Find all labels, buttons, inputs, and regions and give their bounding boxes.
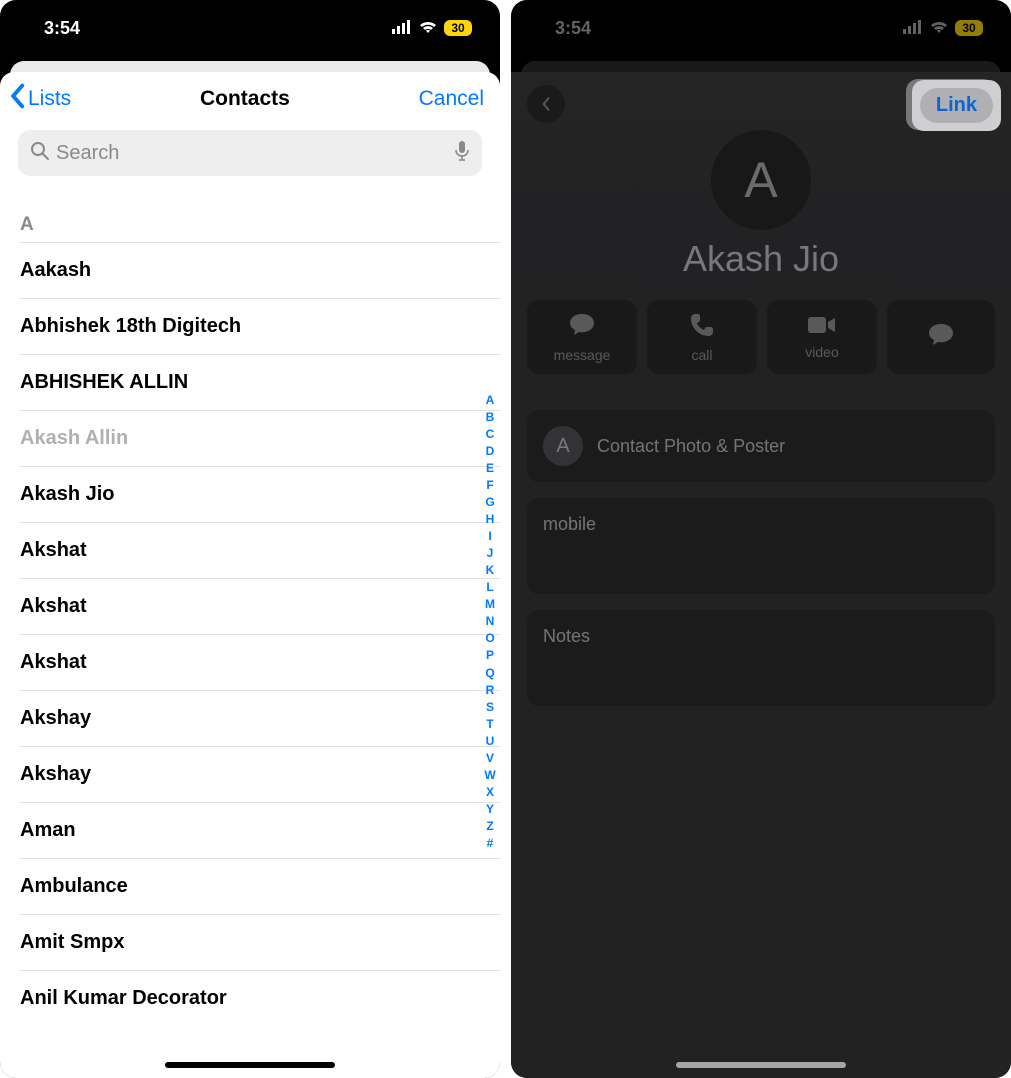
cancel-button[interactable]: Cancel (419, 87, 484, 111)
phone-right: 3:54 30 Link A Akash Jio (511, 0, 1011, 1078)
back-label: Lists (28, 87, 71, 111)
photo-poster-row[interactable]: A Contact Photo & Poster (527, 410, 995, 482)
mic-icon[interactable] (454, 140, 470, 167)
nav-bar: Lists Contacts Cancel (0, 72, 500, 126)
contact-name: Akash Jio (683, 238, 839, 280)
message-button[interactable]: message (527, 300, 637, 374)
index-letter[interactable]: N (486, 613, 495, 630)
index-letter[interactable]: E (486, 460, 494, 477)
search-icon (30, 141, 50, 166)
mini-avatar-letter: A (556, 435, 569, 458)
contact-row[interactable]: Aman (20, 802, 500, 858)
index-letter[interactable]: T (486, 716, 493, 733)
notes-label: Notes (543, 626, 590, 647)
contact-row[interactable]: Abhishek 18th Digitech (20, 298, 500, 354)
contact-row[interactable]: Akshay (20, 690, 500, 746)
index-letter[interactable]: L (486, 579, 493, 596)
contact-row: Akash Allin (20, 410, 500, 466)
mobile-label: mobile (543, 514, 596, 535)
contact-row[interactable]: Ambulance (20, 858, 500, 914)
index-letter[interactable]: Q (485, 665, 494, 682)
chevron-left-icon (8, 83, 26, 115)
contact-row[interactable]: Akshay (20, 746, 500, 802)
mini-avatar: A (543, 426, 583, 466)
index-letter[interactable]: S (486, 699, 494, 716)
status-time: 3:54 (555, 18, 591, 39)
index-letter[interactable]: I (488, 528, 491, 545)
video-label: video (805, 344, 838, 360)
link-button[interactable]: Link (920, 88, 993, 123)
index-letter[interactable]: K (486, 562, 495, 579)
contact-card: Link A Akash Jio message call video (511, 72, 1011, 1078)
index-letter[interactable]: Y (486, 801, 494, 818)
index-letter[interactable]: X (486, 784, 494, 801)
contact-row[interactable]: Aakash (20, 242, 500, 298)
contact-row[interactable]: Anil Kumar Decorator (20, 970, 500, 1026)
alphabet-index[interactable]: ABCDEFGHIJKLMNOPQRSTUVWXYZ# (482, 392, 498, 852)
contact-row[interactable]: Akash Jio (20, 466, 500, 522)
index-letter[interactable]: U (486, 733, 495, 750)
action-row: message call video (527, 300, 995, 374)
contact-row[interactable]: Akshat (20, 634, 500, 690)
message-icon (927, 322, 955, 353)
index-letter[interactable]: W (484, 767, 495, 784)
home-indicator[interactable] (165, 1062, 335, 1068)
index-letter[interactable]: C (486, 426, 495, 443)
back-button[interactable]: Lists (8, 83, 71, 115)
phone-icon (689, 312, 715, 343)
call-label: call (691, 347, 712, 363)
contact-row[interactable]: Amit Smpx (20, 914, 500, 970)
status-bar: 3:54 30 (0, 0, 500, 56)
contact-row[interactable]: Akshat (20, 522, 500, 578)
status-bar: 3:54 30 (511, 0, 1011, 56)
battery-indicator: 30 (444, 20, 472, 36)
section-header: A (20, 186, 500, 242)
mobile-row[interactable]: mobile (527, 498, 995, 594)
index-letter[interactable]: A (486, 392, 495, 409)
index-letter[interactable]: J (487, 545, 494, 562)
page-title: Contacts (200, 87, 290, 111)
message-icon (568, 312, 596, 343)
call-button[interactable]: call (647, 300, 757, 374)
more-button[interactable] (887, 300, 995, 374)
status-right: 30 (903, 18, 983, 39)
index-letter[interactable]: D (486, 443, 495, 460)
notes-row[interactable]: Notes (527, 610, 995, 706)
link-button-highlight-overlay: Link (912, 80, 1001, 131)
index-letter[interactable]: O (485, 630, 494, 647)
avatar-letter: A (744, 151, 777, 209)
wifi-icon (418, 18, 438, 39)
search-placeholder: Search (56, 142, 448, 165)
cellular-icon (392, 18, 412, 39)
video-button[interactable]: video (767, 300, 877, 374)
search-input[interactable]: Search (18, 130, 482, 176)
phone-left: 3:54 30 Lists Contacts Cancel (0, 0, 500, 1078)
index-letter[interactable]: P (486, 647, 494, 664)
message-label: message (554, 347, 611, 363)
back-button[interactable] (527, 85, 565, 123)
battery-indicator: 30 (955, 20, 983, 36)
index-letter[interactable]: B (486, 409, 495, 426)
contact-row[interactable]: ABHISHEK ALLIN (20, 354, 500, 410)
status-time: 3:54 (44, 18, 80, 39)
index-letter[interactable]: G (485, 494, 494, 511)
wifi-icon (929, 18, 949, 39)
contact-list[interactable]: A AakashAbhishek 18th DigitechABHISHEK A… (0, 186, 500, 1078)
index-letter[interactable]: F (486, 477, 493, 494)
photo-poster-label: Contact Photo & Poster (597, 436, 785, 457)
index-letter[interactable]: Z (486, 818, 493, 835)
contacts-modal: Lists Contacts Cancel Search A AakashAbh… (0, 72, 500, 1078)
index-letter[interactable]: # (487, 835, 494, 852)
index-letter[interactable]: H (486, 511, 495, 528)
video-icon (807, 315, 837, 340)
avatar[interactable]: A (711, 130, 811, 230)
index-letter[interactable]: V (486, 750, 494, 767)
home-indicator[interactable] (676, 1062, 846, 1068)
status-right: 30 (392, 18, 472, 39)
index-letter[interactable]: R (486, 682, 495, 699)
contact-row[interactable]: Akshat (20, 578, 500, 634)
cellular-icon (903, 18, 923, 39)
index-letter[interactable]: M (485, 596, 495, 613)
